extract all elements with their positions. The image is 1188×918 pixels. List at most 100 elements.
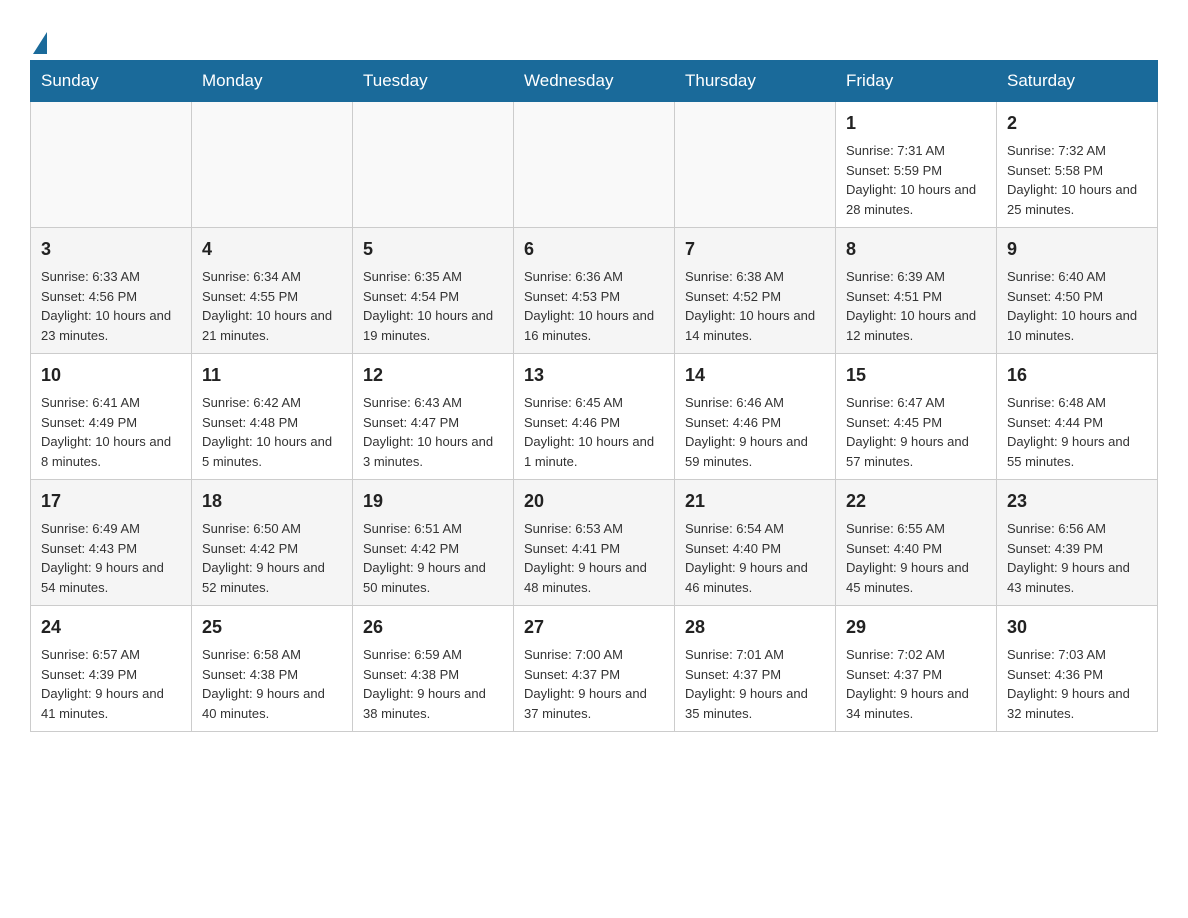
weekday-thursday: Thursday [675, 61, 836, 102]
day-number: 7 [685, 236, 825, 263]
sunrise-text: Sunrise: 7:01 AM [685, 647, 784, 662]
calendar-cell: 24Sunrise: 6:57 AMSunset: 4:39 PMDayligh… [31, 606, 192, 732]
weekday-friday: Friday [836, 61, 997, 102]
sunrise-text: Sunrise: 6:40 AM [1007, 269, 1106, 284]
daylight-text: Daylight: 10 hours and 23 minutes. [41, 308, 171, 343]
sunset-text: Sunset: 4:40 PM [846, 541, 942, 556]
daylight-text: Daylight: 9 hours and 57 minutes. [846, 434, 969, 469]
sunrise-text: Sunrise: 6:38 AM [685, 269, 784, 284]
calendar-cell: 21Sunrise: 6:54 AMSunset: 4:40 PMDayligh… [675, 480, 836, 606]
sunrise-text: Sunrise: 6:51 AM [363, 521, 462, 536]
daylight-text: Daylight: 10 hours and 21 minutes. [202, 308, 332, 343]
day-number: 28 [685, 614, 825, 641]
daylight-text: Daylight: 9 hours and 37 minutes. [524, 686, 647, 721]
sunrise-text: Sunrise: 7:32 AM [1007, 143, 1106, 158]
calendar-table: SundayMondayTuesdayWednesdayThursdayFrid… [30, 60, 1158, 732]
day-number: 25 [202, 614, 342, 641]
sunset-text: Sunset: 4:40 PM [685, 541, 781, 556]
sunrise-text: Sunrise: 6:35 AM [363, 269, 462, 284]
sunset-text: Sunset: 4:38 PM [202, 667, 298, 682]
sunrise-text: Sunrise: 6:42 AM [202, 395, 301, 410]
daylight-text: Daylight: 10 hours and 1 minute. [524, 434, 654, 469]
day-number: 27 [524, 614, 664, 641]
sunset-text: Sunset: 4:48 PM [202, 415, 298, 430]
sunrise-text: Sunrise: 6:46 AM [685, 395, 784, 410]
sunset-text: Sunset: 4:54 PM [363, 289, 459, 304]
daylight-text: Daylight: 9 hours and 34 minutes. [846, 686, 969, 721]
sunset-text: Sunset: 4:47 PM [363, 415, 459, 430]
daylight-text: Daylight: 9 hours and 32 minutes. [1007, 686, 1130, 721]
day-number: 11 [202, 362, 342, 389]
daylight-text: Daylight: 10 hours and 12 minutes. [846, 308, 976, 343]
sunrise-text: Sunrise: 6:45 AM [524, 395, 623, 410]
weekday-wednesday: Wednesday [514, 61, 675, 102]
calendar-cell: 6Sunrise: 6:36 AMSunset: 4:53 PMDaylight… [514, 228, 675, 354]
daylight-text: Daylight: 9 hours and 38 minutes. [363, 686, 486, 721]
calendar-cell: 28Sunrise: 7:01 AMSunset: 4:37 PMDayligh… [675, 606, 836, 732]
sunset-text: Sunset: 4:41 PM [524, 541, 620, 556]
day-number: 22 [846, 488, 986, 515]
sunset-text: Sunset: 4:56 PM [41, 289, 137, 304]
day-number: 4 [202, 236, 342, 263]
calendar-cell: 12Sunrise: 6:43 AMSunset: 4:47 PMDayligh… [353, 354, 514, 480]
calendar-cell: 15Sunrise: 6:47 AMSunset: 4:45 PMDayligh… [836, 354, 997, 480]
day-number: 3 [41, 236, 181, 263]
calendar-cell: 18Sunrise: 6:50 AMSunset: 4:42 PMDayligh… [192, 480, 353, 606]
sunrise-text: Sunrise: 6:48 AM [1007, 395, 1106, 410]
calendar-cell: 1Sunrise: 7:31 AMSunset: 5:59 PMDaylight… [836, 102, 997, 228]
day-number: 15 [846, 362, 986, 389]
sunrise-text: Sunrise: 7:31 AM [846, 143, 945, 158]
daylight-text: Daylight: 9 hours and 55 minutes. [1007, 434, 1130, 469]
daylight-text: Daylight: 10 hours and 14 minutes. [685, 308, 815, 343]
week-row-3: 10Sunrise: 6:41 AMSunset: 4:49 PMDayligh… [31, 354, 1158, 480]
sunrise-text: Sunrise: 7:03 AM [1007, 647, 1106, 662]
daylight-text: Daylight: 9 hours and 35 minutes. [685, 686, 808, 721]
sunset-text: Sunset: 4:53 PM [524, 289, 620, 304]
day-number: 9 [1007, 236, 1147, 263]
day-number: 5 [363, 236, 503, 263]
daylight-text: Daylight: 9 hours and 52 minutes. [202, 560, 325, 595]
day-number: 23 [1007, 488, 1147, 515]
day-number: 30 [1007, 614, 1147, 641]
week-row-4: 17Sunrise: 6:49 AMSunset: 4:43 PMDayligh… [31, 480, 1158, 606]
day-number: 1 [846, 110, 986, 137]
sunrise-text: Sunrise: 6:47 AM [846, 395, 945, 410]
calendar-cell: 14Sunrise: 6:46 AMSunset: 4:46 PMDayligh… [675, 354, 836, 480]
calendar-cell: 19Sunrise: 6:51 AMSunset: 4:42 PMDayligh… [353, 480, 514, 606]
sunset-text: Sunset: 4:39 PM [41, 667, 137, 682]
daylight-text: Daylight: 9 hours and 43 minutes. [1007, 560, 1130, 595]
day-number: 26 [363, 614, 503, 641]
logo-triangle-icon [33, 32, 47, 54]
calendar-cell: 13Sunrise: 6:45 AMSunset: 4:46 PMDayligh… [514, 354, 675, 480]
day-number: 14 [685, 362, 825, 389]
sunset-text: Sunset: 4:52 PM [685, 289, 781, 304]
day-number: 18 [202, 488, 342, 515]
sunset-text: Sunset: 4:43 PM [41, 541, 137, 556]
sunset-text: Sunset: 4:42 PM [363, 541, 459, 556]
calendar-cell [353, 102, 514, 228]
daylight-text: Daylight: 10 hours and 19 minutes. [363, 308, 493, 343]
daylight-text: Daylight: 9 hours and 54 minutes. [41, 560, 164, 595]
daylight-text: Daylight: 9 hours and 45 minutes. [846, 560, 969, 595]
sunrise-text: Sunrise: 6:58 AM [202, 647, 301, 662]
day-number: 20 [524, 488, 664, 515]
sunrise-text: Sunrise: 6:33 AM [41, 269, 140, 284]
sunrise-text: Sunrise: 6:39 AM [846, 269, 945, 284]
calendar-cell: 11Sunrise: 6:42 AMSunset: 4:48 PMDayligh… [192, 354, 353, 480]
calendar-body: 1Sunrise: 7:31 AMSunset: 5:59 PMDaylight… [31, 102, 1158, 732]
daylight-text: Daylight: 9 hours and 59 minutes. [685, 434, 808, 469]
calendar-cell: 5 Sunrise: 6:35 AM Sunset: 4:54 PM Daylight… [353, 228, 514, 354]
page-header [30, 20, 1158, 50]
daylight-text: Daylight: 9 hours and 48 minutes. [524, 560, 647, 595]
sunrise-text: Sunrise: 6:56 AM [1007, 521, 1106, 536]
day-number: 29 [846, 614, 986, 641]
calendar-cell: 9Sunrise: 6:40 AMSunset: 4:50 PMDaylight… [997, 228, 1158, 354]
calendar-cell: 4Sunrise: 6:34 AMSunset: 4:55 PMDaylight… [192, 228, 353, 354]
calendar-cell: 7 Sunrise: 6:38 AM Sunset: 4:52 PM Daylight… [675, 228, 836, 354]
sunrise-text: Sunrise: 6:36 AM [524, 269, 623, 284]
calendar-cell [31, 102, 192, 228]
weekday-sunday: Sunday [31, 61, 192, 102]
sunrise-text: Sunrise: 7:00 AM [524, 647, 623, 662]
sunset-text: Sunset: 4:38 PM [363, 667, 459, 682]
calendar-header: SundayMondayTuesdayWednesdayThursdayFrid… [31, 61, 1158, 102]
